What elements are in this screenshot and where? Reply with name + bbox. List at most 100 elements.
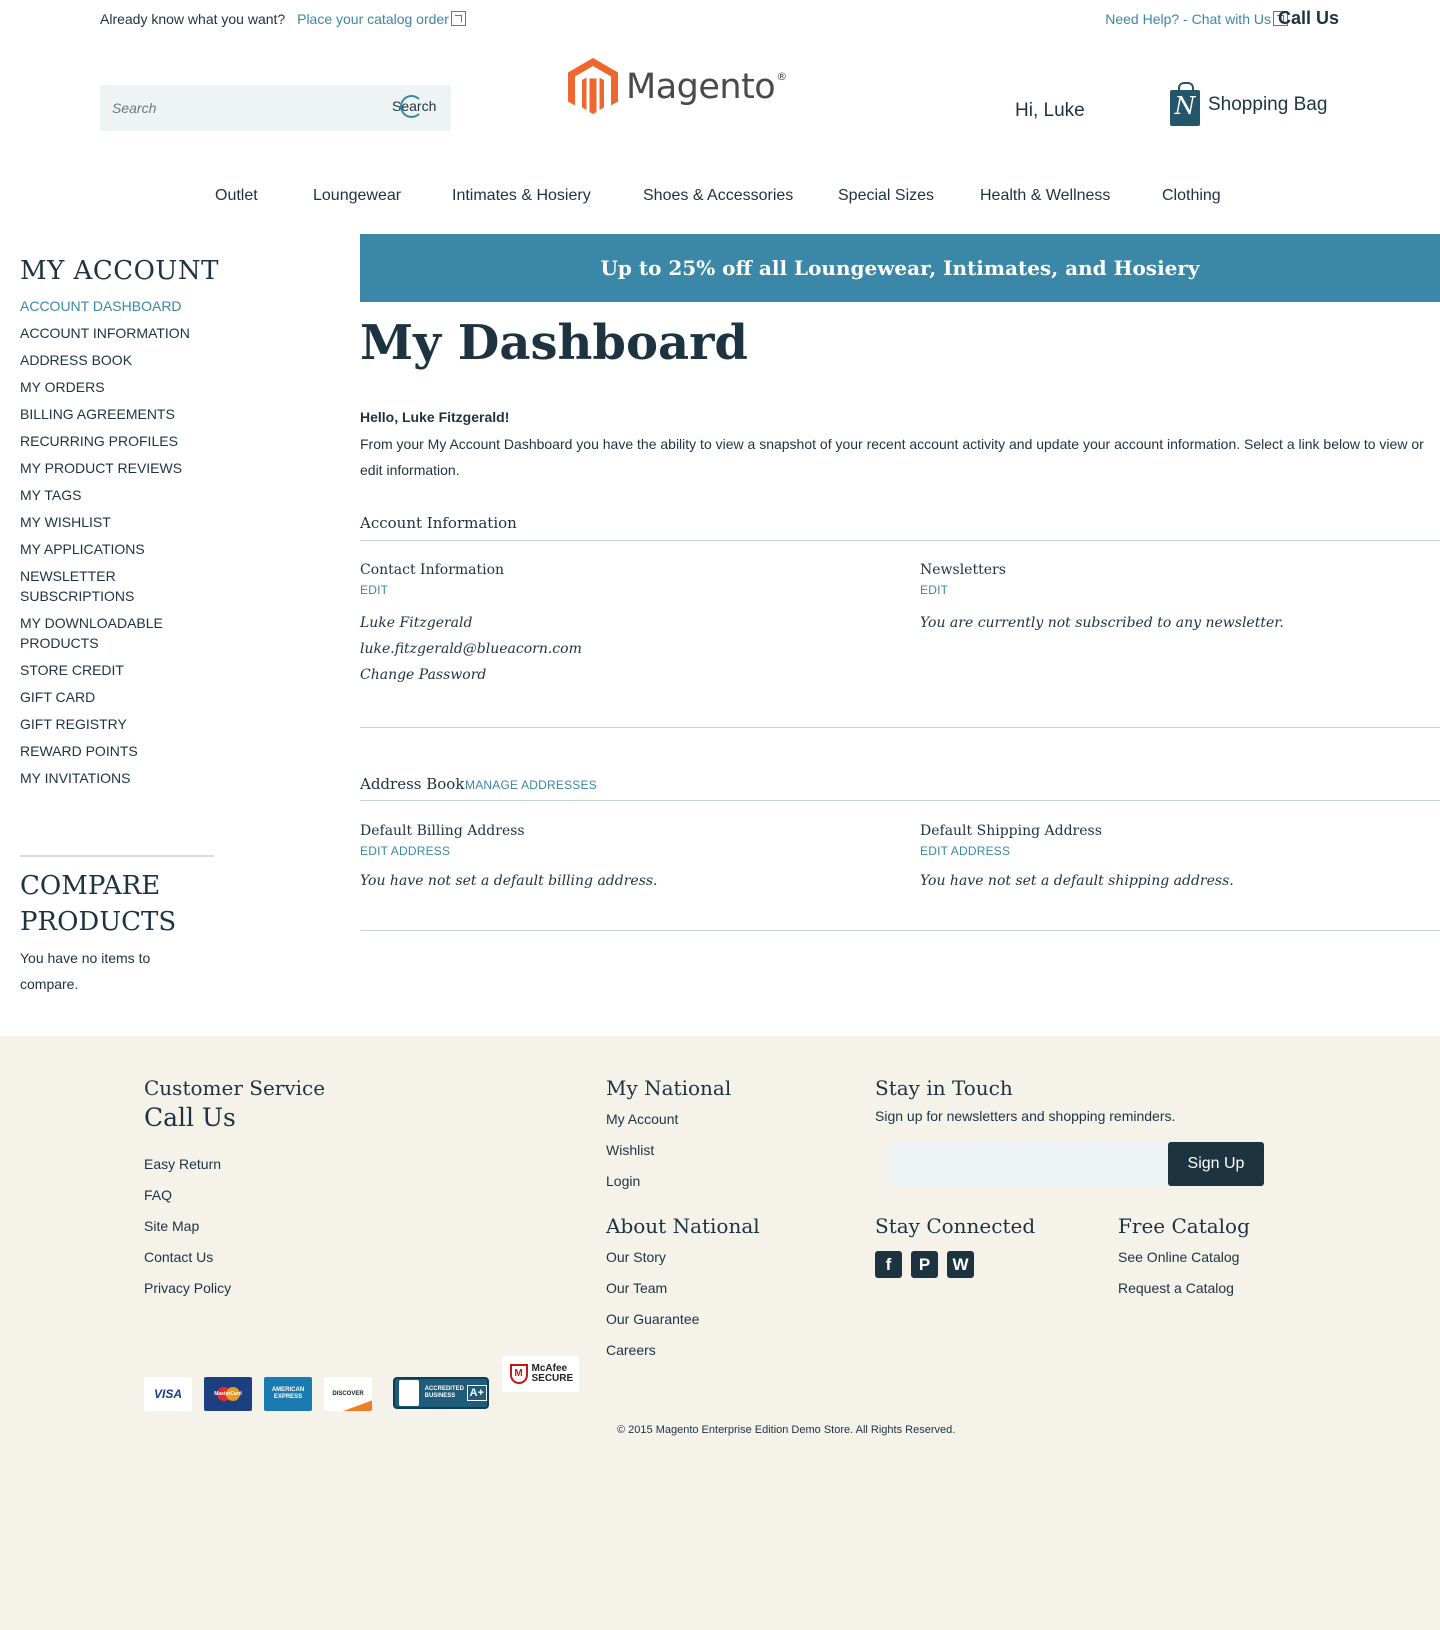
sidebar-item-recurring-profiles[interactable]: RECURRING PROFILES: [20, 431, 178, 451]
search-icon: [400, 95, 423, 118]
bbb-rating: A+: [466, 1385, 487, 1401]
contact-edit-link[interactable]: EDIT: [360, 583, 388, 597]
sidebar-item-my-downloadable-products[interactable]: MY DOWNLOADABLE PRODUCTS: [20, 613, 180, 653]
bag-letter: N: [1174, 92, 1196, 120]
address-book-heading: Address Book: [360, 775, 465, 793]
nav-item-health-wellness[interactable]: Health & Wellness: [980, 187, 1110, 205]
search-input[interactable]: [100, 85, 370, 131]
magento-logo-icon: [568, 58, 618, 114]
sidebar-item-my-tags[interactable]: MY TAGS: [20, 485, 81, 505]
sidebar-item-my-product-reviews[interactable]: MY PRODUCT REVIEWS: [20, 458, 182, 478]
shipping-address-text: You have not set a default shipping addr…: [920, 873, 1234, 889]
sidebar-item-gift-card[interactable]: GIFT CARD: [20, 687, 95, 707]
visa-label: VISA: [153, 1387, 182, 1401]
section-divider: [360, 800, 1440, 801]
footer-call-us[interactable]: Call Us: [144, 1103, 236, 1132]
mcafee-shield-icon: M: [509, 1364, 528, 1384]
top-bar-right: Need Help? - Chat with Us: [1105, 11, 1288, 27]
place-catalog-order-link[interactable]: Place your catalog order: [297, 11, 466, 27]
nav-item-intimates-hosiery[interactable]: Intimates & Hosiery: [452, 187, 591, 205]
place-catalog-order-label: Place your catalog order: [297, 11, 449, 27]
footer-link-our-story[interactable]: Our Story: [606, 1249, 666, 1265]
bbb-label: ACCREDITED BUSINESS: [424, 1386, 464, 1399]
american-express-icon: AMERICAN EXPRESS: [264, 1377, 312, 1411]
logo-registered-mark: ®: [776, 70, 787, 83]
sidebar-item-my-wishlist[interactable]: MY WISHLIST: [20, 512, 111, 532]
site-logo[interactable]: Magento®: [568, 58, 787, 116]
footer-link-see-online-catalog[interactable]: See Online Catalog: [1118, 1249, 1239, 1265]
footer-link-our-team[interactable]: Our Team: [606, 1280, 667, 1296]
sidebar-item-gift-registry[interactable]: GIFT REGISTRY: [20, 714, 127, 734]
free-catalog-title: Free Catalog: [1118, 1214, 1250, 1238]
nav-item-outlet[interactable]: Outlet: [215, 187, 258, 205]
newsletters-edit-link[interactable]: EDIT: [920, 583, 948, 597]
bbb-icon: [399, 1380, 419, 1406]
sidebar-item-account-information[interactable]: ACCOUNT INFORMATION: [20, 323, 190, 343]
sidebar-item-reward-points[interactable]: REWARD POINTS: [20, 741, 138, 761]
sidebar-item-store-credit[interactable]: STORE CREDIT: [20, 660, 124, 680]
nav-item-loungewear[interactable]: Loungewear: [313, 187, 401, 205]
footer-link-careers[interactable]: Careers: [606, 1342, 656, 1358]
mcafee-label: McAfee SECURE: [531, 1363, 574, 1384]
sidebar-item-my-invitations[interactable]: MY INVITATIONS: [20, 768, 130, 788]
customer-service-title: Customer Service: [144, 1076, 326, 1100]
footer-link-faq[interactable]: FAQ: [144, 1187, 172, 1203]
footer-link-login[interactable]: Login: [606, 1173, 640, 1189]
page-title: My Dashboard: [360, 315, 748, 371]
chat-with-us-link[interactable]: Need Help? - Chat with Us: [1105, 11, 1288, 27]
top-bar-left: Already know what you want? Place your c…: [100, 11, 466, 27]
wordpress-icon[interactable]: W: [947, 1251, 974, 1278]
footer-link-privacy-policy[interactable]: Privacy Policy: [144, 1280, 231, 1296]
call-us-link[interactable]: Call Us: [1278, 8, 1339, 29]
change-password-link[interactable]: Change Password: [360, 667, 486, 683]
footer-link-our-guarantee[interactable]: Our Guarantee: [606, 1311, 699, 1327]
shopping-bag-icon: N: [1170, 82, 1200, 126]
footer-link-contact-us[interactable]: Contact Us: [144, 1249, 213, 1265]
nav-item-special-sizes[interactable]: Special Sizes: [838, 187, 934, 205]
promo-banner[interactable]: Up to 25% off all Loungewear, Intimates,…: [360, 234, 1440, 302]
sidebar-item-my-orders[interactable]: MY ORDERS: [20, 377, 105, 397]
footer-link-my-account[interactable]: My Account: [606, 1111, 678, 1127]
edit-billing-address-link[interactable]: EDIT ADDRESS: [360, 844, 450, 858]
nav-item-clothing[interactable]: Clothing: [1162, 187, 1221, 205]
mastercard-label: MasterCard: [214, 1391, 242, 1397]
footer-link-request-catalog[interactable]: Request a Catalog: [1118, 1280, 1234, 1296]
hello-message: Hello, Luke Fitzgerald!: [360, 409, 510, 425]
bbb-accredited-badge[interactable]: ACCREDITED BUSINESS A+: [393, 1377, 489, 1409]
facebook-icon[interactable]: f: [875, 1251, 902, 1278]
sidebar-item-billing-agreements[interactable]: BILLING AGREEMENTS: [20, 404, 175, 424]
footer-link-easy-return[interactable]: Easy Return: [144, 1156, 221, 1172]
mcafee-secure-badge[interactable]: M McAfee SECURE: [502, 1356, 579, 1392]
sidebar-item-newsletter-subscriptions[interactable]: NEWSLETTER SUBSCRIPTIONS: [20, 566, 134, 606]
know-what-you-want-text: Already know what you want?: [100, 11, 286, 27]
footer-link-wishlist[interactable]: Wishlist: [606, 1142, 654, 1158]
default-shipping-address-title: Default Shipping Address: [920, 823, 1102, 839]
about-national-title: About National: [606, 1214, 760, 1238]
top-bar: Already know what you want? Place your c…: [0, 0, 1440, 40]
nav-item-shoes-accessories[interactable]: Shoes & Accessories: [643, 187, 793, 205]
newsletters-title: Newsletters: [920, 562, 1006, 578]
billing-address-text: You have not set a default billing addre…: [360, 873, 658, 889]
sign-up-button[interactable]: Sign Up: [1168, 1142, 1264, 1186]
search-button[interactable]: Search: [392, 95, 436, 118]
shopping-bag-button[interactable]: N Shopping Bag: [1170, 82, 1327, 126]
stay-connected-title: Stay Connected: [875, 1214, 1036, 1238]
sidebar-item-address-book[interactable]: ADDRESS BOOK: [20, 350, 132, 370]
stay-in-touch-title: Stay in Touch: [875, 1076, 1013, 1100]
promo-text: Up to 25% off all Loungewear, Intimates,…: [600, 256, 1200, 280]
chat-with-us-label: Need Help? - Chat with Us: [1105, 11, 1271, 27]
logo-text: Magento: [626, 67, 776, 107]
amex-label: AMERICAN EXPRESS: [271, 1387, 305, 1400]
pinterest-icon[interactable]: P: [911, 1251, 938, 1278]
sidebar-item-my-applications[interactable]: MY APPLICATIONS: [20, 539, 145, 559]
sidebar-item-account-dashboard[interactable]: ACCOUNT DASHBOARD: [20, 296, 182, 316]
compare-products-title: COMPARE PRODUCTS: [20, 871, 177, 937]
edit-shipping-address-link[interactable]: EDIT ADDRESS: [920, 844, 1010, 858]
account-information-heading: Account Information: [360, 514, 517, 532]
contact-name: Luke Fitzgerald: [360, 615, 473, 631]
copyright: © 2015 Magento Enterprise Edition Demo S…: [617, 1424, 956, 1436]
footer-link-site-map[interactable]: Site Map: [144, 1218, 199, 1234]
newsletter-email-input[interactable]: [890, 1142, 1172, 1186]
manage-addresses-link[interactable]: MANAGE ADDRESSES: [465, 778, 597, 792]
section-divider: [360, 727, 1440, 728]
